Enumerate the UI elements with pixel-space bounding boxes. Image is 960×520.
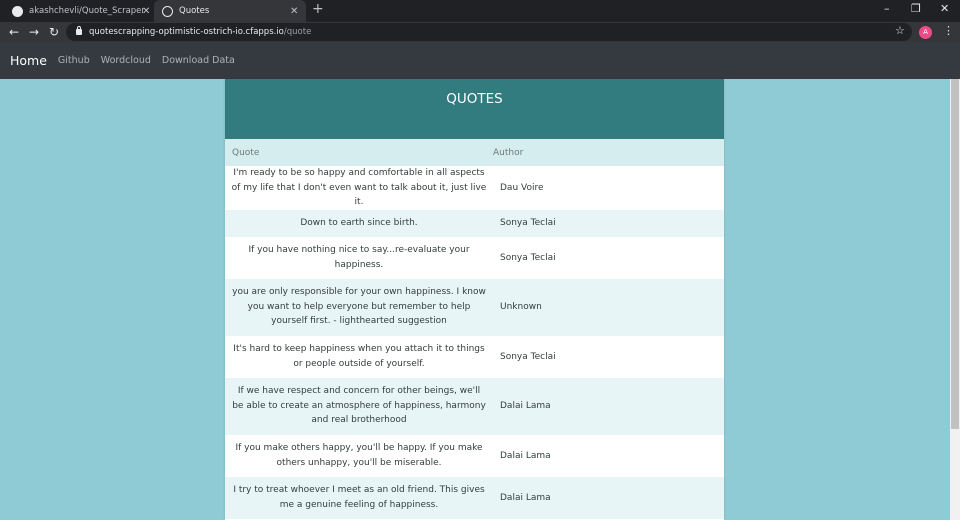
author-cell: Dau Voire: [500, 182, 544, 193]
table-row: If we have respect and concern for other…: [225, 377, 724, 435]
lock-icon: [76, 26, 82, 35]
scrollbar-thumb[interactable]: [951, 79, 959, 429]
quotes-card: QUOTES Quote Author I'm ready to be so h…: [225, 79, 724, 520]
close-tab-icon[interactable]: ✕: [290, 6, 298, 17]
author-cell: Dalai Lama: [500, 450, 551, 461]
menu-kebab-icon[interactable]: ⋮: [943, 24, 954, 37]
table-row: It's hard to keep happiness when you att…: [225, 335, 724, 378]
minimize-button[interactable]: –: [884, 2, 890, 15]
reload-icon[interactable]: ↻: [49, 24, 59, 40]
site-navbar: Home Github Wordcloud Download Data: [0, 42, 960, 79]
author-cell: Sonya Teclai: [500, 218, 556, 228]
globe-icon: [162, 5, 173, 17]
table-row: Down to earth since birth. Sonya Teclai: [225, 209, 724, 237]
author-cell: Sonya Teclai: [500, 252, 556, 263]
bookmark-star-icon[interactable]: ☆: [895, 24, 905, 37]
quote-cell: If you make others happy, you'll be happ…: [235, 443, 483, 468]
github-link[interactable]: Github: [58, 55, 90, 66]
author-column-header: Author: [493, 139, 724, 166]
tab-title: akashchevli/Quote_Scraper: [29, 6, 145, 16]
download-data-link[interactable]: Download Data: [162, 55, 235, 66]
tab-title: Quotes: [179, 6, 210, 16]
table-row: If you make others happy, you'll be happ…: [225, 434, 724, 477]
author-cell: Sonya Teclai: [500, 351, 556, 362]
quote-cell: If you have nothing nice to say...re-eva…: [248, 245, 470, 270]
address-bar[interactable]: quotescrapping-optimistic-ostrich-io.cfa…: [66, 23, 912, 41]
url-path: /quote: [283, 27, 312, 37]
quote-column-header: Quote: [225, 139, 493, 166]
quote-cell: I try to treat whoever I meet as an old …: [233, 485, 485, 510]
table-row: I try to treat whoever I meet as an old …: [225, 476, 724, 519]
table-row: If you have nothing nice to say...re-eva…: [225, 236, 724, 279]
back-arrow-icon[interactable]: ←: [9, 24, 19, 40]
quotes-table: Quote Author I'm ready to be so happy an…: [225, 139, 724, 519]
table-row: I'm ready to be so happy and comfortable…: [225, 166, 724, 210]
url-text: quotescrapping-optimistic-ostrich-io.cfa…: [89, 27, 311, 37]
author-cell: Unknown: [500, 302, 542, 312]
browser-tab-strip: akashchevli/Quote_Scraper ✕ Quotes ✕ + –…: [0, 0, 960, 22]
github-icon: [12, 5, 23, 17]
quote-cell: It's hard to keep happiness when you att…: [233, 344, 485, 369]
forward-arrow-icon[interactable]: →: [29, 24, 39, 40]
author-cell: Dalai Lama: [500, 401, 551, 411]
wordcloud-link[interactable]: Wordcloud: [101, 55, 151, 66]
quotes-header: QUOTES: [225, 79, 724, 139]
quote-cell: Down to earth since birth.: [300, 217, 418, 228]
browser-toolbar: ← → ↻ quotescrapping-optimistic-ostrich-…: [0, 22, 960, 42]
table-header-row: Quote Author: [225, 139, 724, 166]
tab-github[interactable]: akashchevli/Quote_Scraper ✕: [4, 0, 154, 22]
quote-cell: I'm ready to be so happy and comfortable…: [231, 168, 487, 207]
new-tab-button[interactable]: +: [312, 1, 324, 17]
author-cell: Dalai Lama: [500, 492, 551, 503]
profile-avatar[interactable]: A: [919, 26, 932, 39]
tab-quotes[interactable]: Quotes ✕: [154, 0, 306, 22]
page-scrollbar[interactable]: [950, 79, 960, 520]
home-link[interactable]: Home: [10, 53, 47, 68]
url-host: quotescrapping-optimistic-ostrich-io.cfa…: [89, 27, 284, 37]
restore-button[interactable]: ❐: [911, 2, 921, 15]
quote-cell: you are only responsible for your own ha…: [232, 287, 486, 327]
close-tab-icon[interactable]: ✕: [142, 6, 150, 17]
close-window-button[interactable]: ✕: [940, 2, 949, 15]
page-title: QUOTES: [446, 91, 503, 107]
quote-cell: If we have respect and concern for other…: [232, 386, 486, 426]
table-row: you are only responsible for your own ha…: [225, 278, 724, 336]
